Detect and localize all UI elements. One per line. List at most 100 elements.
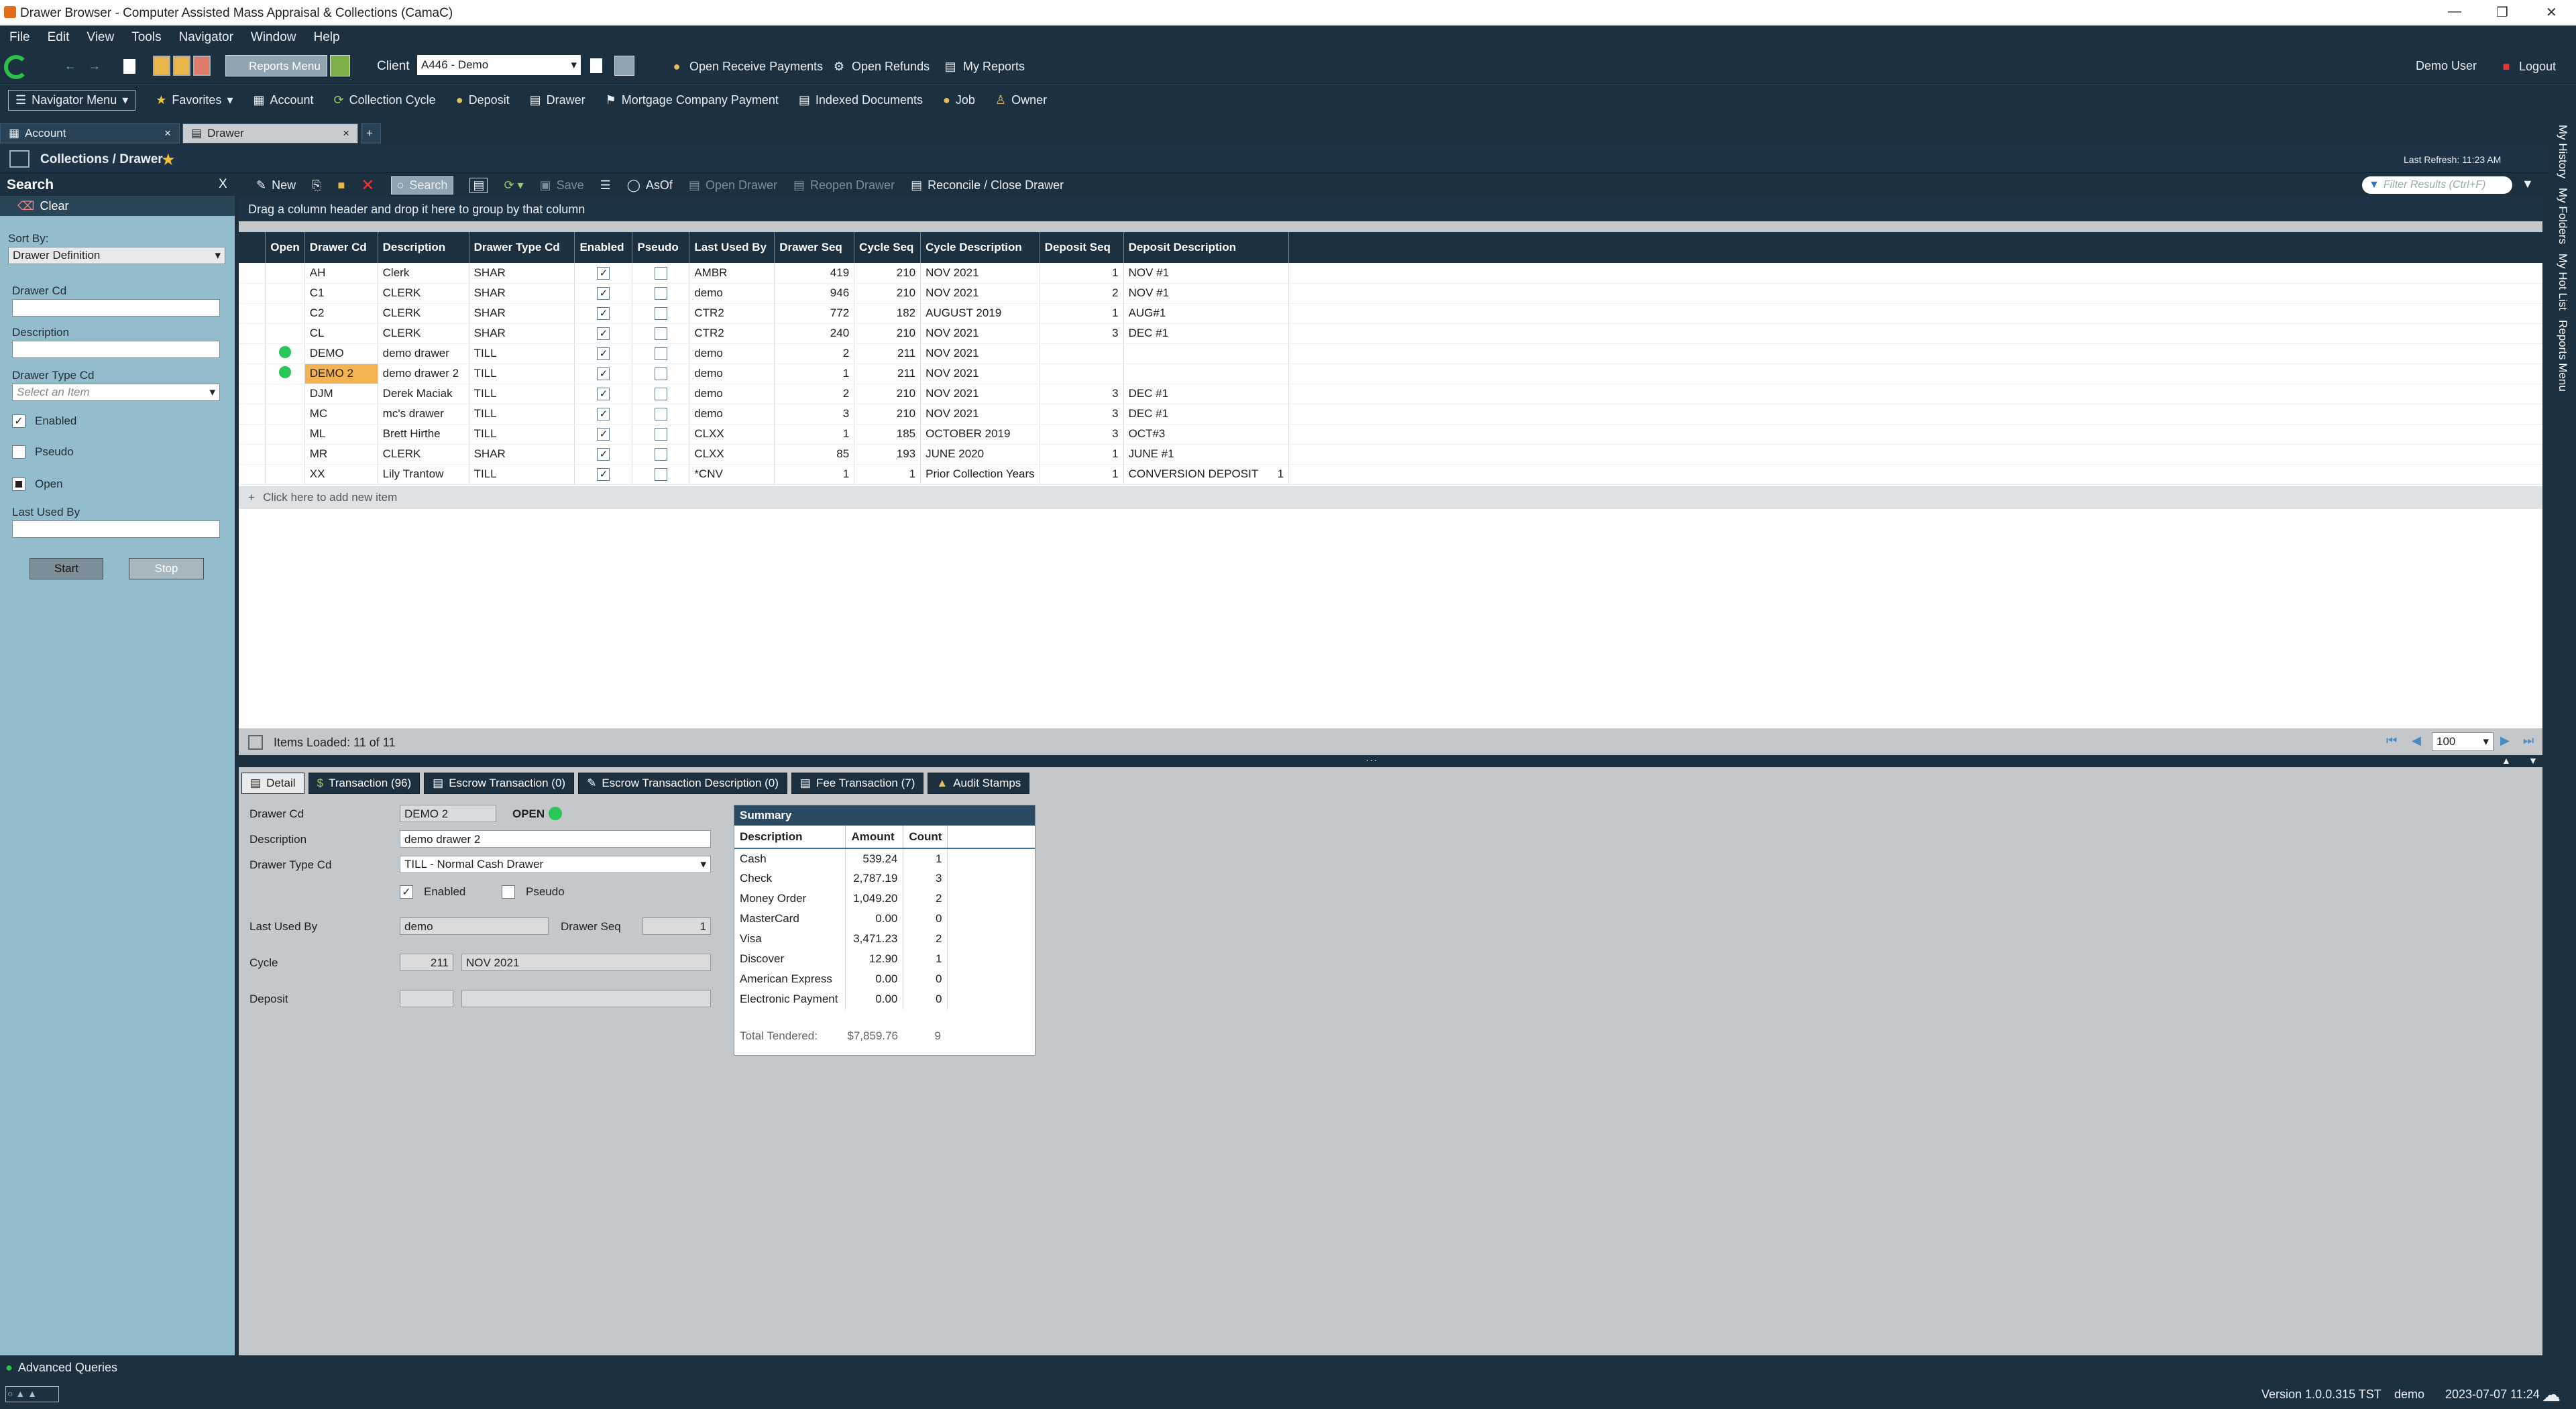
cell-drawer-seq[interactable]: 419: [774, 263, 855, 284]
cell-deposit-description[interactable]: [1123, 343, 1290, 364]
logout-button[interactable]: ■ Logout: [2499, 59, 2557, 74]
cell-drawer-cd[interactable]: DEMO 2: [304, 363, 378, 384]
close-window-icon[interactable]: ✕: [2546, 4, 2557, 21]
cell-drawer-type[interactable]: TILL: [469, 464, 575, 485]
header-cycle-description[interactable]: Cycle Description: [920, 232, 1040, 263]
cell-cycle-seq[interactable]: 211: [854, 343, 921, 364]
detail-last-used-field[interactable]: demo: [400, 917, 549, 935]
stop-button[interactable]: Stop: [129, 558, 204, 579]
enabled-checkbox[interactable]: ✓: [597, 428, 610, 441]
cell-open[interactable]: [265, 363, 305, 384]
detail-deposit-desc-field[interactable]: [461, 990, 711, 1007]
table-row[interactable]: MC mc's drawer TILL ✓ demo 3 210 NOV 2021 3 DEC #…: [239, 404, 2542, 425]
filter-icon[interactable]: ☰: [600, 178, 611, 192]
menu-window[interactable]: Window: [251, 30, 296, 45]
cell-drawer-seq[interactable]: 1: [774, 363, 855, 384]
pseudo-checkbox[interactable]: [654, 428, 667, 441]
cell-enabled[interactable]: ✓: [574, 444, 633, 465]
cell-deposit-description[interactable]: DEC #1: [1123, 384, 1290, 404]
table-row[interactable]: DEMO demo drawer TILL ✓ demo 2 211 NOV 2021: [239, 343, 2542, 364]
cell-last-used-by[interactable]: *CNV: [689, 464, 775, 485]
pseudo-checkbox[interactable]: [12, 445, 25, 459]
cell-enabled[interactable]: ✓: [574, 283, 633, 304]
cell-filler[interactable]: [1288, 404, 2542, 425]
enabled-checkbox[interactable]: ✓: [597, 287, 610, 300]
cell-open[interactable]: [265, 343, 305, 364]
cell-filler[interactable]: [1288, 263, 2542, 284]
open-receive-payments-button[interactable]: ● Open Receive Payments: [669, 59, 824, 74]
cell-description[interactable]: CLERK: [378, 323, 469, 344]
cell-filler[interactable]: [1288, 343, 2542, 364]
cell-filler[interactable]: [1288, 323, 2542, 344]
detail-cycle-num-field[interactable]: 211: [400, 954, 453, 971]
favorite-star-icon[interactable]: ★: [161, 150, 176, 170]
row-indicator[interactable]: [239, 424, 266, 445]
cell-filler[interactable]: [1288, 283, 2542, 304]
enabled-checkbox[interactable]: ✓: [597, 388, 610, 400]
cell-deposit-seq[interactable]: 3: [1040, 404, 1124, 425]
tab-audit-stamps[interactable]: ▲ Audit Stamps: [928, 773, 1030, 794]
forward-arrow-icon[interactable]: →: [89, 59, 101, 73]
cell-deposit-description[interactable]: NOV #1: [1123, 283, 1290, 304]
cell-cycle-description[interactable]: NOV 2021: [920, 363, 1040, 384]
cell-last-used-by[interactable]: demo: [689, 384, 775, 404]
cell-cycle-seq[interactable]: 210: [854, 323, 921, 344]
cell-description[interactable]: Derek Maciak: [378, 384, 469, 404]
header-last-used-by[interactable]: Last Used By: [689, 232, 775, 263]
cell-cycle-description[interactable]: NOV 2021: [920, 404, 1040, 425]
cell-enabled[interactable]: ✓: [574, 464, 633, 485]
cell-pseudo[interactable]: [632, 343, 690, 364]
pseudo-checkbox[interactable]: [654, 327, 667, 340]
save-button[interactable]: ▣ Save: [540, 178, 584, 192]
nav-indexed-documents[interactable]: ▤ Indexed Documents: [799, 93, 923, 107]
table-row[interactable]: C2 CLERK SHAR ✓ CTR2 772 182 AUGUST 2019 1 AUG#1: [239, 303, 2542, 324]
tab-escrow-transaction-description[interactable]: ✎ Escrow Transaction Description (0): [578, 773, 787, 794]
help-icon[interactable]: [330, 55, 350, 76]
detail-pseudo-checkbox[interactable]: [502, 885, 515, 899]
tab-fee-transaction[interactable]: ▤ Fee Transaction (7): [791, 773, 924, 794]
enabled-checkbox[interactable]: ✓: [597, 347, 610, 360]
start-button[interactable]: Start: [30, 558, 103, 579]
new-document-icon[interactable]: [123, 59, 135, 74]
header-cycle-seq[interactable]: Cycle Seq: [854, 232, 921, 263]
close-tab-icon[interactable]: ×: [164, 127, 171, 140]
cell-description[interactable]: CLERK: [378, 444, 469, 465]
tab-my-folders[interactable]: My Folders: [2556, 188, 2569, 244]
enabled-checkbox[interactable]: ✓: [597, 307, 610, 320]
pseudo-checkbox[interactable]: [654, 468, 667, 481]
prev-page-icon[interactable]: ◀: [2412, 734, 2421, 748]
cell-filler[interactable]: [1288, 464, 2542, 485]
detail-drawer-type-select[interactable]: TILL - Normal Cash Drawer ▾: [400, 856, 711, 873]
detail-deposit-num-field[interactable]: [400, 990, 453, 1007]
cell-filler[interactable]: [1288, 303, 2542, 324]
first-page-icon[interactable]: ⏮: [2386, 734, 2397, 748]
cell-deposit-seq[interactable]: 1: [1040, 444, 1124, 465]
cell-pseudo[interactable]: [632, 444, 690, 465]
tab-transaction[interactable]: $ Transaction (96): [308, 773, 421, 794]
cell-drawer-type[interactable]: SHAR: [469, 444, 575, 465]
cell-deposit-description[interactable]: [1123, 363, 1290, 384]
cell-deposit-seq[interactable]: 1: [1040, 263, 1124, 284]
cell-drawer-type[interactable]: TILL: [469, 363, 575, 384]
row-indicator[interactable]: [239, 384, 266, 404]
cell-drawer-cd[interactable]: C1: [304, 283, 378, 304]
favorites-button[interactable]: ★ Favorites ▾: [156, 93, 233, 107]
cell-last-used-by[interactable]: CLXX: [689, 424, 775, 445]
cell-drawer-type[interactable]: SHAR: [469, 303, 575, 324]
cell-last-used-by[interactable]: demo: [689, 283, 775, 304]
detail-enabled[interactable]: ✓ Enabled: [400, 885, 465, 899]
cell-description[interactable]: Brett Hirthe: [378, 424, 469, 445]
cell-cycle-seq[interactable]: 211: [854, 363, 921, 384]
cell-cycle-seq[interactable]: 185: [854, 424, 921, 445]
table-row[interactable]: DJM Derek Maciak TILL ✓ demo 2 210 NOV 2021 3 DEC…: [239, 384, 2542, 404]
cell-cycle-description[interactable]: NOV 2021: [920, 283, 1040, 304]
cell-open[interactable]: [265, 404, 305, 425]
cell-cycle-seq[interactable]: 210: [854, 404, 921, 425]
cell-open[interactable]: [265, 424, 305, 445]
table-row[interactable]: MR CLERK SHAR ✓ CLXX 85 193 JUNE 2020 1 JUNE #1: [239, 444, 2542, 465]
navigator-menu-button[interactable]: ☰ Navigator Menu ▾: [8, 90, 136, 111]
open-refunds-button[interactable]: ⚙ Open Refunds: [832, 59, 930, 74]
cell-enabled[interactable]: ✓: [574, 263, 633, 284]
new-button[interactable]: ✎ New: [256, 178, 296, 192]
row-indicator[interactable]: [239, 404, 266, 425]
